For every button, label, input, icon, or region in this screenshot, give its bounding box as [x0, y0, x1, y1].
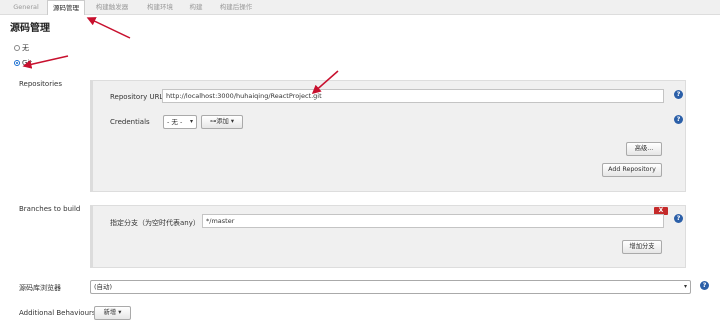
repositories-label: Repositories: [19, 80, 62, 88]
page-title: 源码管理: [10, 23, 50, 34]
chevron-down-icon: ▾: [189, 118, 193, 125]
scm-option-none[interactable]: 无: [14, 43, 29, 53]
arrow-to-tab: [86, 17, 131, 39]
credentials-value: - 无 -: [167, 118, 183, 126]
repository-url-label: Repository URL: [110, 93, 164, 101]
tab-build[interactable]: 构建: [184, 0, 208, 15]
branch-specifier-label: 指定分支（为空时代表any）: [110, 219, 200, 227]
help-icon[interactable]: ?: [674, 90, 683, 99]
tab-build-environment[interactable]: 构建环境: [140, 0, 180, 15]
tab-build-triggers[interactable]: 构建触发器: [90, 0, 134, 15]
tab-bar: General 源码管理 构建触发器 构建环境 构建 构建后操作: [0, 0, 720, 15]
add-repository-button[interactable]: Add Repository: [602, 163, 662, 177]
credentials-select[interactable]: - 无 - ▾: [163, 115, 197, 129]
repo-browser-label: 源码库浏览器: [19, 284, 61, 292]
branches-label: Branches to build: [19, 205, 81, 213]
advanced-button[interactable]: 高级...: [626, 142, 662, 156]
repo-browser-select[interactable]: (自动) ▾: [90, 280, 691, 294]
chevron-down-icon: ▾: [683, 283, 687, 290]
radio-none[interactable]: [14, 45, 20, 51]
add-credentials-button[interactable]: ⊶添加 ▾: [201, 115, 243, 129]
caret-down-icon: ▾: [118, 309, 122, 316]
tab-post-build[interactable]: 构建后操作: [214, 0, 258, 15]
help-icon[interactable]: ?: [674, 115, 683, 124]
additional-behaviours-label: Additional Behaviours: [19, 309, 96, 317]
scm-option-none-label: 无: [22, 44, 29, 52]
caret-down-icon: ▾: [230, 118, 235, 125]
add-credentials-label: 添加: [216, 118, 229, 125]
add-behaviour-button[interactable]: 新增 ▾: [94, 306, 131, 320]
add-behaviour-label: 新增: [103, 309, 117, 316]
repository-url-input[interactable]: http://localhost:3000/huhaiqing/ReactPro…: [162, 89, 664, 103]
scm-option-git-label: Git: [22, 59, 33, 67]
branch-specifier-input[interactable]: */master: [202, 214, 664, 228]
help-icon[interactable]: ?: [700, 281, 709, 290]
credentials-label: Credentials: [110, 118, 150, 126]
tab-source-management[interactable]: 源码管理: [47, 0, 85, 15]
add-branch-button[interactable]: 增加分支: [622, 240, 662, 254]
radio-git[interactable]: [14, 60, 20, 66]
scm-option-git[interactable]: Git: [14, 58, 32, 68]
repo-browser-value: (自动): [94, 283, 113, 291]
tab-general[interactable]: General: [8, 0, 44, 15]
help-icon[interactable]: ?: [674, 214, 683, 223]
